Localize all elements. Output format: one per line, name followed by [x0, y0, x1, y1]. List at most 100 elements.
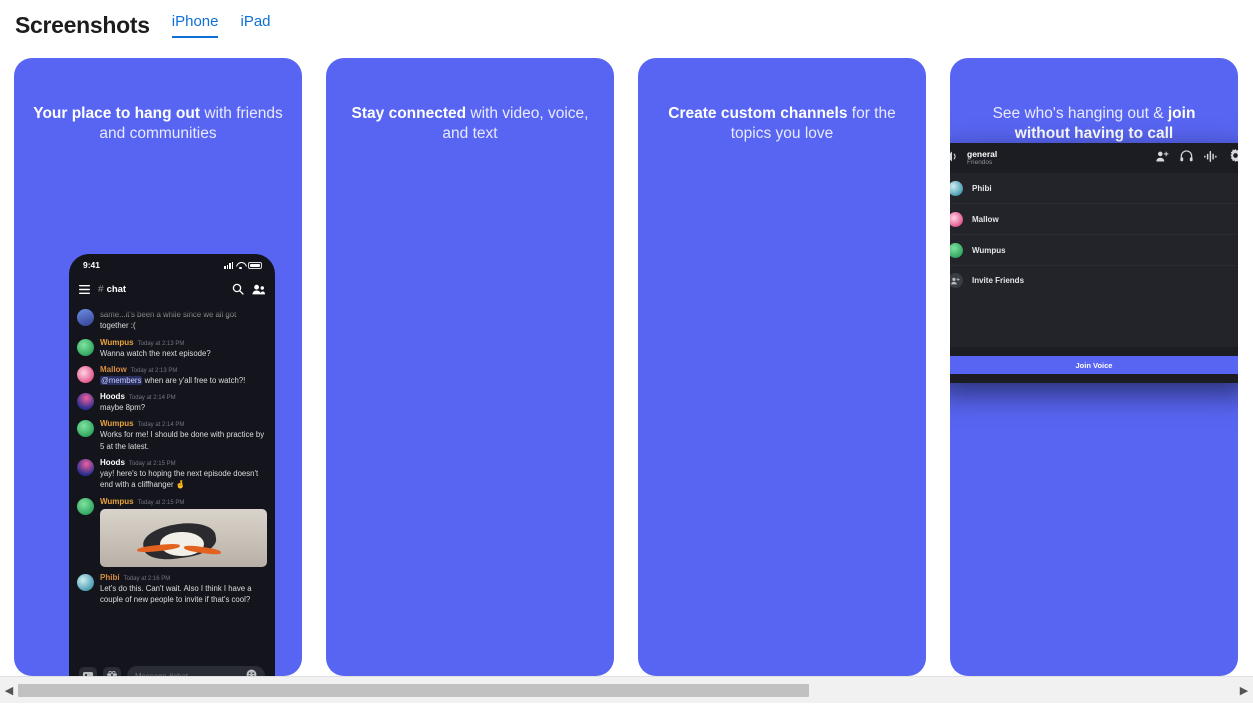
- avatar: [950, 243, 963, 258]
- message-composer[interactable]: Message #chat: [69, 654, 275, 676]
- join-voice-button[interactable]: Join Voice: [950, 356, 1238, 374]
- card-3-caption: Create custom channels for the topics yo…: [638, 104, 926, 143]
- message-row: Wumpus Today at 2:14 PM Works for me! I …: [77, 419, 267, 452]
- voice-server-name: Friendos: [967, 159, 997, 166]
- message-row: Phibi Today at 2:16 PM Let's do this. Ca…: [77, 573, 267, 606]
- message-timestamp: Today at 2:16 PM: [124, 576, 171, 582]
- message-text: maybe 8pm?: [100, 402, 267, 413]
- message-author: Wumpus: [100, 419, 134, 428]
- avatar: [77, 574, 94, 591]
- voice-member-name: Phibi: [972, 184, 992, 193]
- card-2-caption-bold: Stay connected: [352, 105, 467, 122]
- members-icon[interactable]: [252, 284, 265, 295]
- search-icon[interactable]: [232, 283, 244, 295]
- avatar: [77, 420, 94, 437]
- message-author: Hoods: [100, 392, 125, 401]
- voice-channel-name: general: [967, 150, 997, 160]
- avatar: [77, 366, 94, 383]
- voice-member-row[interactable]: Phibi: [950, 173, 1238, 204]
- message-row: Wumpus Today at 2:13 PM Wanna watch the …: [77, 338, 267, 359]
- voice-panel-actions[interactable]: [1156, 149, 1238, 167]
- wifi-icon: [236, 262, 245, 269]
- voice-member-name: Mallow: [972, 215, 999, 224]
- screenshot-carousel[interactable]: Your place to hang out with friends and …: [14, 58, 1253, 676]
- device-tabs: iPhone iPad: [172, 13, 271, 38]
- scrollbar-thumb[interactable]: [18, 684, 809, 697]
- screenshot-card-3[interactable]: Create custom channels for the topics yo…: [638, 58, 926, 676]
- message-text: @members when are y'all free to watch?!: [100, 375, 267, 386]
- card-1-caption-bold: Your place to hang out: [33, 105, 200, 122]
- message-input[interactable]: Message #chat: [127, 666, 265, 676]
- screenshot-card-4[interactable]: See who's hanging out & join without hav…: [950, 58, 1238, 676]
- menu-icon[interactable]: [79, 285, 90, 294]
- message-text: Works for me! I should be done with prac…: [100, 429, 267, 452]
- message-text: Wanna watch the next episode?: [100, 348, 267, 359]
- add-person-icon[interactable]: [1156, 149, 1169, 167]
- headphones-icon[interactable]: [1180, 149, 1193, 167]
- status-time: 9:41: [83, 260, 100, 270]
- message-row: Hoods Today at 2:15 PM yay! here's to ho…: [77, 458, 267, 491]
- voice-waveform-icon[interactable]: [1204, 149, 1218, 167]
- card-4-caption: See who's hanging out & join without hav…: [950, 104, 1238, 143]
- tab-iphone[interactable]: iPhone: [172, 13, 219, 38]
- message-author: Phibi: [100, 573, 120, 582]
- voice-member-row[interactable]: Wumpus: [950, 235, 1238, 266]
- message-timestamp: Today at 2:14 PM: [129, 395, 176, 401]
- message-list[interactable]: same...it's been a while since we all go…: [69, 308, 275, 605]
- gift-icon[interactable]: [103, 667, 121, 676]
- avatar: [77, 339, 94, 356]
- message-row: Mallow Today at 2:13 PM @members when ar…: [77, 365, 267, 386]
- battery-icon: [248, 262, 262, 269]
- voice-member-name: Wumpus: [972, 246, 1006, 255]
- hash-icon: #: [98, 284, 104, 295]
- image-upload-icon[interactable]: [79, 667, 97, 676]
- card-3-caption-bold: Create custom channels: [668, 105, 847, 122]
- invite-friends-label: Invite Friends: [972, 276, 1024, 285]
- voice-member-row[interactable]: Mallow: [950, 204, 1238, 235]
- message-image-penguin[interactable]: [100, 509, 267, 567]
- status-bar: 9:41: [69, 254, 275, 276]
- speaker-icon: [950, 149, 959, 167]
- message-timestamp: Today at 2:14 PM: [138, 422, 185, 428]
- message-row: Hoods Today at 2:14 PM maybe 8pm?: [77, 392, 267, 413]
- message-text-rest: when are y'all free to watch?!: [142, 376, 245, 385]
- voice-channel-panel[interactable]: general Friendos: [950, 143, 1238, 383]
- invite-friends-row[interactable]: Invite Friends: [950, 266, 1238, 295]
- message-timestamp: Today at 2:15 PM: [138, 500, 185, 506]
- voice-panel-header: general Friendos: [950, 143, 1238, 173]
- tab-ipad[interactable]: iPad: [240, 13, 270, 38]
- message-author: Wumpus: [100, 497, 134, 506]
- gear-icon[interactable]: [1229, 149, 1238, 167]
- message-text: Let's do this. Can't wait. Also I think …: [100, 583, 267, 606]
- message-text: same...it's been a while since we all go…: [100, 309, 267, 332]
- message-row: Wumpus Today at 2:15 PM: [77, 497, 267, 567]
- emoji-icon[interactable]: [246, 667, 257, 676]
- channel-title: chat: [107, 284, 127, 295]
- card-1-caption: Your place to hang out with friends and …: [14, 104, 302, 143]
- signal-icon: [224, 262, 233, 269]
- avatar: [77, 498, 94, 515]
- screenshot-card-1[interactable]: Your place to hang out with friends and …: [14, 58, 302, 676]
- horizontal-scrollbar[interactable]: ◀ ▶: [0, 676, 1253, 703]
- page-header: Screenshots iPhone iPad: [0, 0, 1253, 50]
- message-author: Hoods: [100, 458, 125, 467]
- card-2-caption: Stay connected with video, voice, and te…: [326, 104, 614, 143]
- add-person-icon: [950, 273, 963, 288]
- message-text: yay! here's to hoping the next episode d…: [100, 468, 267, 491]
- scroll-left-arrow[interactable]: ◀: [0, 677, 18, 704]
- avatar: [77, 459, 94, 476]
- mention-chip[interactable]: @members: [100, 376, 142, 385]
- message-timestamp: Today at 2:13 PM: [138, 341, 185, 347]
- screenshot-card-2[interactable]: Stay connected with video, voice, and te…: [326, 58, 614, 676]
- card-4-caption-rest: See who's hanging out &: [993, 105, 1168, 122]
- avatar: [77, 393, 94, 410]
- status-indicators: [224, 262, 262, 269]
- message-author: Mallow: [100, 365, 127, 374]
- chat-header: # chat: [69, 276, 275, 302]
- page-title: Screenshots: [15, 12, 150, 39]
- phone-mockup-chat: 9:41 # chat: [69, 254, 275, 676]
- message-author: Wumpus: [100, 338, 134, 347]
- scroll-right-arrow[interactable]: ▶: [1235, 677, 1253, 704]
- message-timestamp: Today at 2:13 PM: [131, 368, 178, 374]
- scrollbar-track[interactable]: [18, 684, 1235, 697]
